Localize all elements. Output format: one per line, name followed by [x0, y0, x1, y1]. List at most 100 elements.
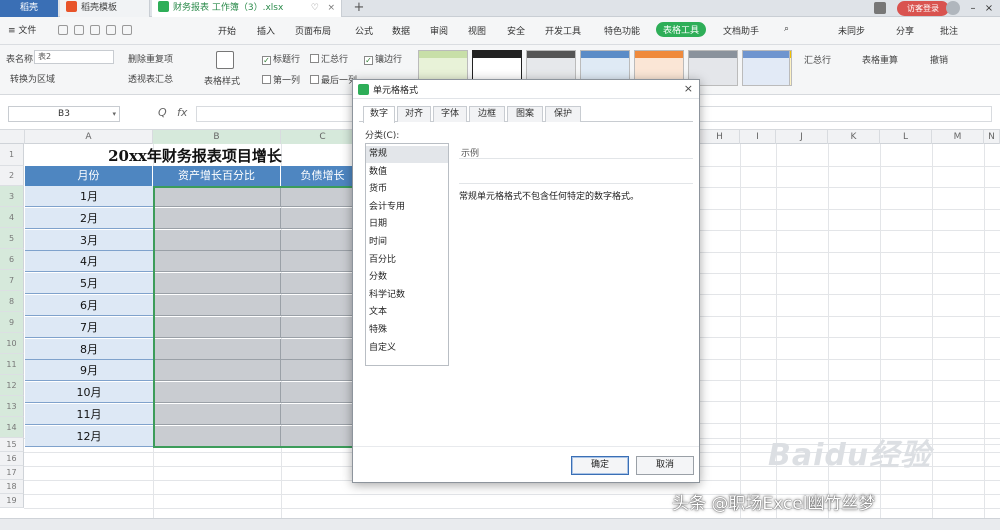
selected-cell[interactable]: [153, 360, 281, 382]
table-style-button[interactable]: 表格样式: [204, 74, 240, 87]
col-header-j[interactable]: J: [776, 130, 828, 144]
tab-alignment[interactable]: 对齐: [397, 106, 431, 122]
tab-number[interactable]: 数字: [363, 106, 395, 123]
selected-cell[interactable]: [153, 425, 281, 447]
print-icon[interactable]: [74, 25, 84, 35]
share-button[interactable]: 分享: [896, 24, 914, 37]
minimize-icon[interactable]: –: [966, 0, 980, 17]
avatar[interactable]: [946, 1, 960, 15]
row-header[interactable]: 7: [0, 270, 24, 291]
col-header-b[interactable]: B: [153, 130, 281, 144]
header-asset-growth[interactable]: 资产增长百分比: [153, 166, 281, 186]
month-cell[interactable]: 11月: [25, 404, 153, 425]
category-item[interactable]: 货币: [366, 181, 448, 198]
row-header[interactable]: 8: [0, 291, 24, 312]
chevron-down-icon[interactable]: ▾: [112, 107, 116, 121]
redo-icon[interactable]: [122, 25, 132, 35]
menu-insert[interactable]: 插入: [257, 24, 275, 37]
dialog-title-bar[interactable]: 单元格格式 ×: [353, 80, 699, 99]
summarize-pivot-button[interactable]: 透视表汇总: [128, 72, 173, 85]
month-cell[interactable]: 6月: [25, 295, 153, 316]
last-col-checkbox[interactable]: 最后一列: [310, 73, 357, 86]
month-cell[interactable]: 3月: [25, 229, 153, 251]
menu-developer[interactable]: 开发工具: [545, 24, 581, 37]
undo-icon[interactable]: [106, 25, 116, 35]
category-item[interactable]: 科学记数: [366, 287, 448, 304]
table-name-input[interactable]: 表2: [34, 50, 114, 64]
header-row-checkbox[interactable]: ✓ 标题行: [262, 52, 300, 65]
selected-cell[interactable]: [153, 251, 281, 273]
row-header[interactable]: 10: [0, 333, 24, 354]
cancel-button[interactable]: 取消: [636, 456, 694, 475]
row-header[interactable]: 4: [0, 207, 24, 228]
month-cell[interactable]: 2月: [25, 207, 153, 229]
pin-icon[interactable]: ♡: [311, 0, 319, 17]
menu-file[interactable]: ≡ 文件: [8, 23, 36, 36]
remove-duplicates-button[interactable]: 删除重复项: [128, 52, 173, 65]
row-header[interactable]: 1: [0, 144, 24, 166]
comment-button[interactable]: 批注: [940, 24, 958, 37]
category-item[interactable]: 特殊: [366, 322, 448, 339]
col-header-h[interactable]: H: [700, 130, 740, 144]
row-header[interactable]: 14: [0, 417, 24, 438]
menu-special[interactable]: 特色功能: [604, 24, 640, 37]
window-layout-icon[interactable]: [874, 2, 886, 14]
name-box[interactable]: B3 ▾: [8, 106, 120, 122]
month-cell[interactable]: 12月: [25, 425, 153, 447]
tab-document[interactable]: 财务报表 工作簿（3）.xlsx ♡ ×: [152, 0, 342, 17]
login-button[interactable]: 访客登录: [897, 1, 949, 16]
menu-data[interactable]: 数据: [392, 24, 410, 37]
row-header[interactable]: 19: [0, 494, 24, 508]
selected-cell[interactable]: [153, 295, 281, 316]
month-cell[interactable]: 5月: [25, 273, 153, 295]
row-header[interactable]: 3: [0, 186, 24, 207]
selected-cell[interactable]: [153, 186, 281, 207]
ok-button[interactable]: 确定: [571, 456, 629, 475]
month-cell[interactable]: 4月: [25, 251, 153, 273]
col-header-a[interactable]: A: [25, 130, 153, 144]
category-item[interactable]: 时间: [366, 234, 448, 251]
month-cell[interactable]: 1月: [25, 186, 153, 207]
style-swatch-lightblue[interactable]: [742, 50, 790, 86]
menu-review[interactable]: 审阅: [430, 24, 448, 37]
recalc-button[interactable]: 表格重算: [862, 53, 898, 66]
month-cell[interactable]: 8月: [25, 338, 153, 360]
row-header[interactable]: 16: [0, 452, 24, 466]
category-item[interactable]: 分数: [366, 269, 448, 286]
row-header[interactable]: 17: [0, 466, 24, 480]
category-item[interactable]: 自定义: [366, 340, 448, 357]
row-header[interactable]: 18: [0, 480, 24, 494]
new-tab-button[interactable]: +: [350, 0, 368, 17]
tab-font[interactable]: 字体: [433, 106, 467, 122]
category-item[interactable]: 百分比: [366, 252, 448, 269]
col-header-k[interactable]: K: [828, 130, 880, 144]
selected-cell[interactable]: [153, 229, 281, 251]
selected-cell[interactable]: [153, 382, 281, 404]
sheet-title[interactable]: 20xx年财务报表项目增长: [25, 146, 365, 166]
row-header[interactable]: 2: [0, 166, 24, 186]
menu-table-tools[interactable]: 表格工具: [656, 22, 707, 37]
selected-cell[interactable]: [153, 338, 281, 360]
category-item[interactable]: 文本: [366, 304, 448, 321]
month-cell[interactable]: 7月: [25, 316, 153, 338]
category-item[interactable]: 常规: [366, 146, 448, 163]
row-header[interactable]: 9: [0, 312, 24, 333]
selected-cell[interactable]: [153, 207, 281, 229]
fx-icon[interactable]: fx: [177, 106, 187, 119]
tab-template-store[interactable]: 稻壳模板: [60, 0, 150, 17]
category-list[interactable]: 常规 数值 货币 会计专用 日期 时间 百分比 分数 科学记数 文本 特殊 自定义: [365, 143, 449, 366]
category-item[interactable]: 数值: [366, 164, 448, 181]
table-style-icon[interactable]: [216, 51, 234, 69]
menu-formula[interactable]: 公式: [355, 24, 373, 37]
month-cell[interactable]: 9月: [25, 360, 153, 382]
row-header[interactable]: 15: [0, 438, 24, 452]
zoom-search-icon[interactable]: Q: [158, 106, 167, 119]
row-header[interactable]: 6: [0, 249, 24, 270]
selected-cell[interactable]: [153, 404, 281, 425]
tab-protection[interactable]: 保护: [545, 106, 581, 122]
select-all-corner[interactable]: [0, 130, 25, 144]
total-row-checkbox[interactable]: 汇总行: [310, 52, 348, 65]
row-header[interactable]: 11: [0, 354, 24, 375]
first-col-checkbox[interactable]: 第一列: [262, 73, 300, 86]
row-header[interactable]: 12: [0, 375, 24, 396]
